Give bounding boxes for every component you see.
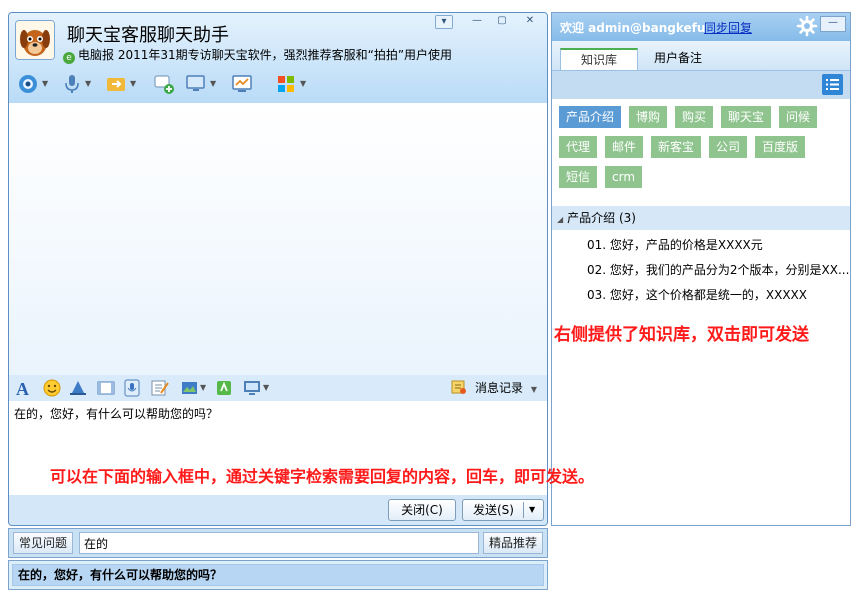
kb-item[interactable]: 02. 您好，我们的产品分为2个版本，分别是XX... — [587, 261, 849, 278]
monitor-icon[interactable] — [243, 379, 261, 397]
news-text: 电脑报 2011年31期专访聊天宝软件，强烈推荐客服和“拍拍”用户使用 — [78, 48, 453, 62]
format-toolbar: A ▼ ▼ 消息记录 ▼ — [9, 375, 547, 401]
emoji-icon[interactable] — [43, 379, 61, 397]
chevron-down-icon: ▼ — [210, 79, 217, 88]
chat-header: 聊天宝客服聊天助手 e 电脑报 2011年31期专访聊天宝软件，强烈推荐客服和“拍… — [9, 13, 547, 103]
list-view-icon[interactable] — [822, 74, 843, 95]
input-text: 在的，您好，有什么可以帮助您的吗？ — [14, 407, 219, 421]
message-history-button[interactable]: 消息记录 ▼ — [451, 379, 537, 397]
chevron-down-icon: ▼ — [85, 79, 92, 88]
chat-toolbar: ▼ ▼ ▼ ▼ ▼ — [13, 71, 313, 97]
history-icon — [451, 380, 467, 394]
chat-title: 聊天宝客服聊天助手 — [67, 25, 229, 46]
minimize-button[interactable]: — — [468, 15, 486, 29]
add-contact-icon — [154, 75, 174, 94]
tag-liaotianbao[interactable]: 聊天宝 — [721, 106, 772, 128]
faq-button[interactable]: 常见问题 — [13, 532, 74, 554]
annotation-right: 右侧提供了知识库，双击即可发送 — [554, 325, 809, 345]
kb-group-title: 产品介绍 (3) — [567, 211, 636, 225]
chat-footer: 关闭(C) 发送(S) ▼ — [9, 495, 547, 525]
tag-crm[interactable]: crm — [605, 166, 643, 188]
sync-replies-link[interactable]: 同步回复 — [704, 19, 752, 36]
apps-icon — [278, 76, 294, 92]
tag-xinkebao[interactable]: 新客宝 — [651, 136, 702, 158]
tag-agent[interactable]: 代理 — [559, 136, 598, 158]
gear-icon[interactable] — [796, 15, 818, 37]
svg-text:A: A — [16, 379, 29, 397]
tab-knowledge-base[interactable]: 知识库 — [560, 48, 638, 70]
knowledge-panel: 欢迎 admin@bangkefu 同步回复 — 知识库 用户备注 产品介绍 博… — [551, 12, 851, 526]
chevron-down-icon: ▼ — [130, 79, 137, 88]
panel-header: 欢迎 admin@bangkefu 同步回复 — — [552, 13, 850, 41]
font-icon[interactable]: A — [15, 379, 33, 397]
contact-avatar[interactable] — [15, 20, 55, 60]
welcome-text: 欢迎 admin@bangkefu — [560, 21, 706, 35]
collapse-arrow-icon: ◢ — [557, 215, 564, 224]
screen-share-icon — [232, 75, 252, 92]
kb-item[interactable]: 03. 您好，这个价格都是统一的，XXXXX — [587, 286, 849, 303]
chevron-down-icon: ▼ — [300, 79, 307, 88]
news-icon: e — [63, 52, 75, 64]
tag-baidu-edition[interactable]: 百度版 — [755, 136, 806, 158]
remote-screen-icon — [186, 75, 205, 91]
news-banner[interactable]: e 电脑报 2011年31期专访聊天宝软件，强烈推荐客服和“拍拍”用户使用 — [63, 46, 452, 64]
chevron-down-icon[interactable]: ▼ — [200, 383, 206, 392]
quick-reply-search-input[interactable] — [79, 532, 479, 554]
search-suggestions: 在的，您好，有什么可以帮助您的吗？ — [8, 560, 548, 590]
gift-icon[interactable] — [215, 379, 233, 397]
chevron-down-icon: ▼ — [530, 385, 537, 394]
chevron-down-icon[interactable]: ▼ — [529, 500, 535, 520]
camera-icon — [19, 75, 37, 93]
video-icon[interactable] — [97, 379, 115, 397]
recommend-button[interactable]: 精品推荐 — [483, 532, 544, 554]
tag-company[interactable]: 公司 — [709, 136, 748, 158]
close-button[interactable]: 关闭(C) — [388, 499, 456, 521]
chevron-down-icon[interactable]: ▼ — [263, 383, 269, 392]
maximize-button[interactable]: ▢ — [493, 15, 511, 29]
close-window-button[interactable]: ✕ — [521, 15, 539, 29]
tag-sms[interactable]: 短信 — [559, 166, 598, 188]
tab-user-notes[interactable]: 用户备注 — [642, 48, 714, 70]
history-label: 消息记录 — [475, 381, 524, 395]
tag-greeting[interactable]: 问候 — [779, 106, 818, 128]
dropdown-window-button[interactable]: ▾ — [435, 15, 453, 29]
note-icon[interactable] — [151, 379, 169, 397]
microphone-icon — [65, 75, 79, 93]
send-button[interactable]: 发送(S) ▼ — [462, 499, 544, 521]
kb-group-header[interactable]: ◢ 产品介绍 (3) — [552, 206, 850, 230]
suggestion-item[interactable]: 在的，您好，有什么可以帮助您的吗？ — [12, 564, 544, 586]
screenshot-icon[interactable] — [181, 379, 199, 397]
annotation-bottom: 可以在下面的输入框中，通过关键字检索需要回复的内容，回车，即可发送。 — [50, 467, 595, 486]
send-label: 发送(S) — [473, 503, 514, 517]
panel-minimize-button[interactable]: — — [820, 16, 846, 32]
list-toolbar — [552, 71, 850, 99]
tag-email[interactable]: 邮件 — [605, 136, 644, 158]
message-history-area[interactable] — [9, 103, 547, 375]
quick-reply-search-bar: 常见问题 精品推荐 — [8, 528, 548, 558]
chat-window: 聊天宝客服聊天助手 e 电脑报 2011年31期专访聊天宝软件，强烈推荐客服和“拍… — [8, 12, 548, 526]
voice-icon[interactable] — [123, 379, 141, 397]
hat-icon[interactable] — [69, 379, 87, 397]
file-transfer-icon — [107, 78, 125, 91]
tag-product-intro[interactable]: 产品介绍 — [559, 106, 622, 128]
panel-tabs: 知识库 用户备注 — [552, 41, 850, 71]
kb-item[interactable]: 01. 您好，产品的价格是XXXX元 — [587, 236, 849, 253]
tag-purchase[interactable]: 购买 — [675, 106, 714, 128]
chevron-down-icon: ▼ — [42, 79, 49, 88]
tag-bogou[interactable]: 博购 — [629, 106, 668, 128]
